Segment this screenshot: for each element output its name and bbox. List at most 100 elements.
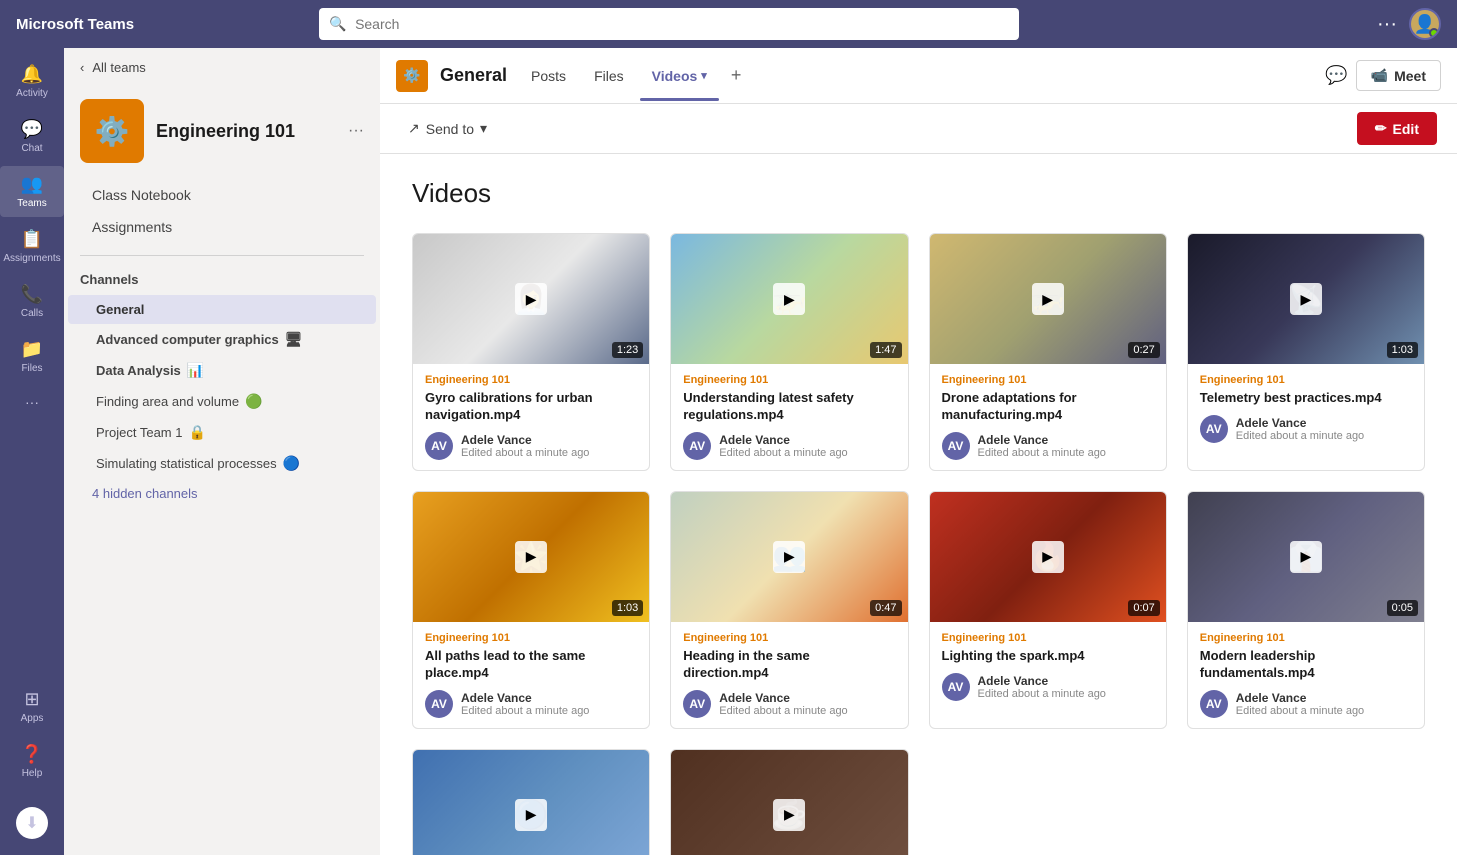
- edit-button[interactable]: ✏ Edit: [1357, 112, 1437, 145]
- channel-item-advanced-cg[interactable]: Advanced computer graphics 🖥: [68, 324, 376, 355]
- meet-icon: 📹: [1371, 67, 1388, 84]
- edit-pencil-icon: ✏: [1375, 120, 1387, 137]
- video-card-7[interactable]: 🔥 ▶ 0:07 Engineering 101 Lighting the sp…: [929, 491, 1167, 729]
- tab-videos[interactable]: Videos ▾: [640, 60, 719, 92]
- nav-item-class-notebook[interactable]: Class Notebook: [80, 179, 364, 211]
- sidebar-item-apps[interactable]: ⊞ Apps: [0, 681, 64, 732]
- video-channel-2: Engineering 101: [683, 374, 895, 386]
- tab-videos-label: Videos: [652, 68, 698, 84]
- send-to-button[interactable]: ↗ Send to ▾: [400, 116, 495, 141]
- sidebar-item-activity[interactable]: 🔔 Activity: [0, 56, 64, 107]
- chat-icon-header[interactable]: 💬: [1325, 65, 1347, 86]
- video-thumb-3: 🚁 ▶ 0:27: [930, 234, 1166, 364]
- sidebar-item-files[interactable]: 📁 Files: [0, 331, 64, 382]
- calls-icon: 📞: [21, 284, 43, 305]
- left-rail: 🔔 Activity 💬 Chat 👥 Teams 📋 Assignments …: [0, 48, 64, 855]
- hidden-channels-link[interactable]: 4 hidden channels: [64, 479, 380, 508]
- channel-item-data-analysis[interactable]: Data Analysis 📊: [68, 355, 376, 386]
- video-name-6: Heading in the same direction.mp4: [683, 648, 895, 682]
- video-author-3: AV Adele Vance Edited about a minute ago: [942, 432, 1154, 460]
- help-icon: ❓: [21, 744, 43, 765]
- author-time-4: Edited about a minute ago: [1236, 430, 1364, 442]
- avatar-3: AV: [942, 432, 970, 460]
- author-text-3: Adele Vance Edited about a minute ago: [978, 433, 1106, 459]
- video-info-5: Engineering 101 All paths lead to the sa…: [413, 622, 649, 728]
- team-name: Engineering 101: [156, 121, 295, 142]
- channel-item-simulating[interactable]: Simulating statistical processes 🔵: [68, 448, 376, 479]
- avatar-4: AV: [1200, 415, 1228, 443]
- apps-icon: ⊞: [24, 689, 39, 710]
- author-text-5: Adele Vance Edited about a minute ago: [461, 691, 589, 717]
- video-card-9[interactable]: 🔵 ▶ 2:14 Engineering 101 Advanced calibr…: [412, 749, 650, 855]
- video-author-7: AV Adele Vance Edited about a minute ago: [942, 673, 1154, 701]
- search-bar: 🔍: [319, 8, 1019, 40]
- video-card-8[interactable]: 👔 ▶ 0:05 Engineering 101 Modern leadersh…: [1187, 491, 1425, 729]
- author-text-2: Adele Vance Edited about a minute ago: [719, 433, 847, 459]
- online-indicator: [1429, 28, 1439, 38]
- video-card-3[interactable]: 🚁 ▶ 0:27 Engineering 101 Drone adaptatio…: [929, 233, 1167, 471]
- avatar-1: AV: [425, 432, 453, 460]
- sidebar-item-assignments[interactable]: 📋 Assignments: [0, 221, 64, 272]
- video-info-3: Engineering 101 Drone adaptations for ma…: [930, 364, 1166, 470]
- tab-posts[interactable]: Posts: [519, 60, 578, 92]
- video-name-7: Lighting the spark.mp4: [942, 648, 1154, 665]
- play-icon-10: ▶: [773, 799, 805, 831]
- channel-badge-project-team: 🔒: [188, 424, 205, 441]
- top-bar: Microsoft Teams 🔍 ··· 👤: [0, 0, 1457, 48]
- teams-icon: 👥: [21, 174, 43, 195]
- video-thumb-5: 🌟 ▶ 1:03: [413, 492, 649, 622]
- video-channel-8: Engineering 101: [1200, 632, 1412, 644]
- chat-label: Chat: [21, 143, 42, 154]
- nav-item-assignments[interactable]: Assignments: [80, 211, 364, 243]
- channel-item-general[interactable]: General: [68, 295, 376, 324]
- channel-logo-icon: ⚙️: [403, 67, 420, 84]
- author-name-1: Adele Vance: [461, 433, 589, 447]
- author-text-4: Adele Vance Edited about a minute ago: [1236, 416, 1364, 442]
- add-tab-button[interactable]: +: [723, 61, 750, 90]
- channel-item-project-team[interactable]: Project Team 1 🔒: [68, 417, 376, 448]
- video-thumb-9: 🔵 ▶ 2:14: [413, 750, 649, 855]
- send-to-chevron-icon: ▾: [480, 120, 487, 137]
- video-channel-3: Engineering 101: [942, 374, 1154, 386]
- video-card-10[interactable]: ☕ ▶ 0:53 Engineering 101 Manufacturing w…: [670, 749, 908, 855]
- sidebar-item-chat[interactable]: 💬 Chat: [0, 111, 64, 162]
- team-more-icon[interactable]: ···: [348, 122, 364, 140]
- channel-badge-finding-area: 🟢: [245, 393, 262, 410]
- video-thumb-8: 👔 ▶ 0:05: [1188, 492, 1424, 622]
- video-card-2[interactable]: 🚁 ▶ 1:47 Engineering 101 Understanding l…: [670, 233, 908, 471]
- chevron-down-icon: ▾: [701, 69, 707, 82]
- video-card-6[interactable]: 👥 ▶ 0:47 Engineering 101 Heading in the …: [670, 491, 908, 729]
- back-arrow-icon: ‹: [80, 60, 84, 75]
- play-icon-1: ▶: [515, 283, 547, 315]
- team-logo-icon: ⚙️: [95, 115, 130, 148]
- activity-label: Activity: [16, 88, 48, 99]
- video-channel-7: Engineering 101: [942, 632, 1154, 644]
- author-time-1: Edited about a minute ago: [461, 447, 589, 459]
- channel-label-data-analysis: Data Analysis: [96, 363, 181, 378]
- video-card-4[interactable]: 📡 ▶ 1:03 Engineering 101 Telemetry best …: [1187, 233, 1425, 471]
- meet-button[interactable]: 📹 Meet: [1356, 60, 1441, 91]
- sidebar-item-help[interactable]: ❓ Help: [0, 736, 64, 787]
- video-thumb-2: 🚁 ▶ 1:47: [671, 234, 907, 364]
- sidebar-item-download[interactable]: ⬇: [0, 799, 64, 847]
- back-button[interactable]: ‹ All teams: [64, 48, 380, 87]
- author-name-6: Adele Vance: [719, 691, 847, 705]
- files-label: Files: [21, 363, 42, 374]
- video-card-5[interactable]: 🌟 ▶ 1:03 Engineering 101 All paths lead …: [412, 491, 650, 729]
- play-icon-5: ▶: [515, 541, 547, 573]
- author-name-3: Adele Vance: [978, 433, 1106, 447]
- channel-item-finding-area[interactable]: Finding area and volume 🟢: [68, 386, 376, 417]
- sidebar-item-teams[interactable]: 👥 Teams: [0, 166, 64, 217]
- more-options-icon[interactable]: ···: [1377, 13, 1397, 36]
- avatar[interactable]: 👤: [1409, 8, 1441, 40]
- search-input[interactable]: [319, 8, 1019, 40]
- tab-files[interactable]: Files: [582, 60, 636, 92]
- sidebar-item-calls[interactable]: 📞 Calls: [0, 276, 64, 327]
- team-logo: ⚙️: [80, 99, 144, 163]
- toolbar: ↗ Send to ▾ ✏ Edit: [380, 104, 1457, 154]
- video-name-2: Understanding latest safety regulations.…: [683, 390, 895, 424]
- all-teams-label: All teams: [92, 60, 145, 75]
- sidebar-item-more[interactable]: ···: [0, 386, 64, 418]
- video-card-1[interactable]: 👩‍💼 ▶ 1:23 Engineering 101 Gyro calibrat…: [412, 233, 650, 471]
- author-name-2: Adele Vance: [719, 433, 847, 447]
